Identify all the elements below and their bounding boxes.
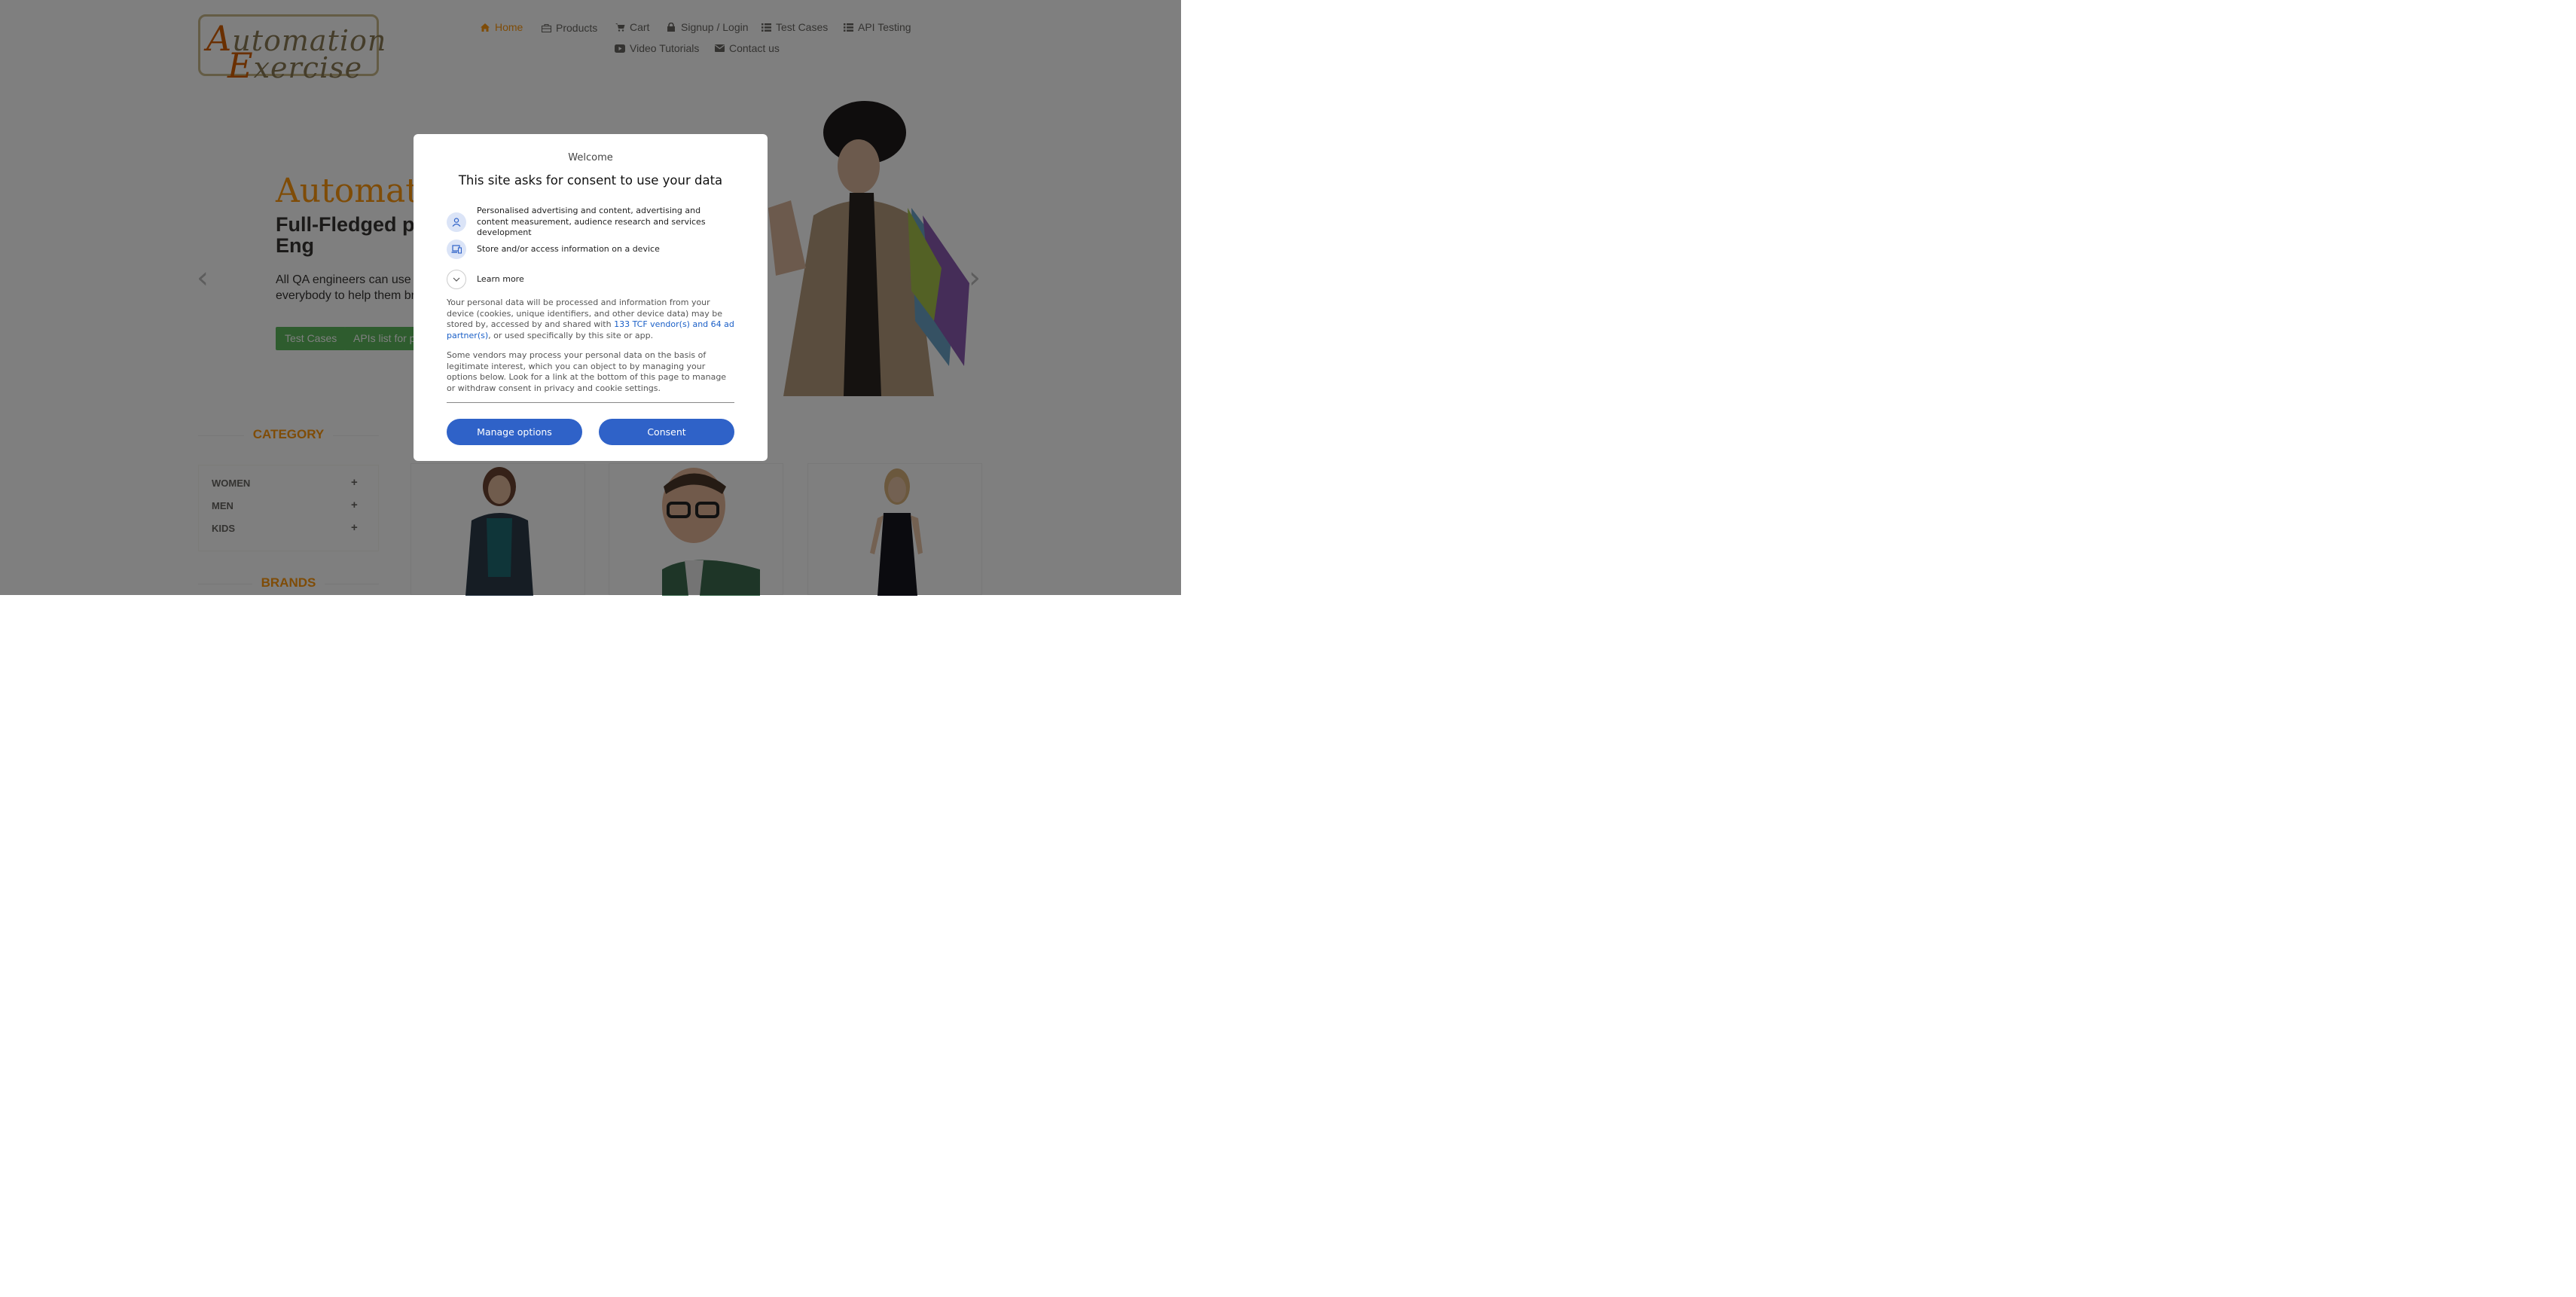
consent-divider: [447, 402, 734, 403]
manage-options-button[interactable]: Manage options: [447, 419, 582, 445]
person-icon: [447, 212, 466, 232]
paragraph-text: , or used specifically by this site or a…: [488, 330, 654, 340]
learn-more-toggle[interactable]: Learn more: [447, 270, 733, 289]
purpose-device-storage: Store and/or access information on a dev…: [447, 240, 733, 259]
device-icon: [447, 240, 466, 259]
purpose-personalised: Personalised advertising and content, ad…: [447, 206, 733, 239]
purpose-personalised-text: Personalised advertising and content, ad…: [477, 206, 706, 237]
consent-button[interactable]: Consent: [599, 419, 734, 445]
learn-more-label: Learn more: [477, 273, 524, 284]
consent-welcome: Welcome: [568, 152, 613, 163]
consent-dialog: Welcome This site asks for consent to us…: [414, 134, 768, 461]
purpose-device-storage-text: Store and/or access information on a dev…: [477, 243, 660, 254]
consent-paragraph-legitimate-interest: Some vendors may process your personal d…: [447, 350, 727, 393]
consent-title: This site asks for consent to use your d…: [458, 173, 723, 188]
chevron-down-icon[interactable]: [447, 270, 466, 289]
consent-paragraph-vendors: Your personal data will be processed and…: [447, 298, 736, 341]
